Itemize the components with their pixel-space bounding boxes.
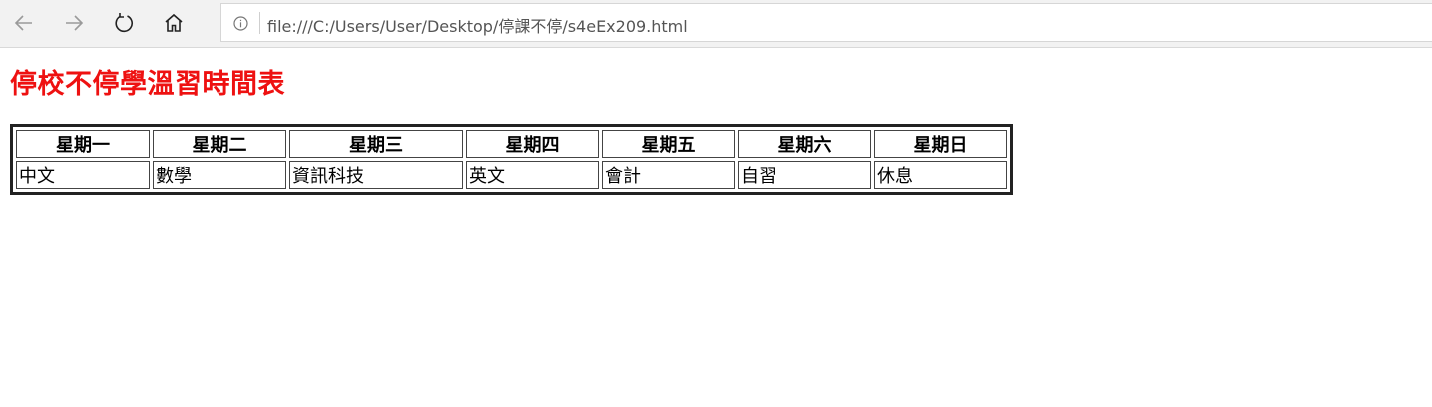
home-icon <box>163 12 185 34</box>
column-header: 星期三 <box>289 130 463 158</box>
reload-button[interactable] <box>106 6 142 40</box>
address-bar[interactable]: file:///C:/Users/User/Desktop/停課不停/s4eEx… <box>220 3 1432 42</box>
table-cell: 資訊科技 <box>289 161 463 189</box>
table-cell: 休息 <box>874 161 1007 189</box>
table-cell: 中文 <box>16 161 150 189</box>
back-button[interactable] <box>6 6 42 40</box>
table-header-row: 星期一 星期二 星期三 星期四 星期五 星期六 星期日 <box>16 130 1007 158</box>
page-title: 停校不停學溫習時間表 <box>10 69 285 100</box>
back-arrow-icon <box>13 12 35 34</box>
column-header: 星期一 <box>16 130 150 158</box>
table-cell: 會計 <box>602 161 735 189</box>
reload-icon <box>113 12 135 34</box>
forward-arrow-icon <box>63 12 85 34</box>
column-header: 星期日 <box>874 130 1007 158</box>
table-cell: 自習 <box>738 161 871 189</box>
table-cell: 英文 <box>466 161 599 189</box>
timetable: 星期一 星期二 星期三 星期四 星期五 星期六 星期日 中文 數學 資訊科技 英… <box>10 124 1013 195</box>
forward-button[interactable] <box>56 6 92 40</box>
table-row: 中文 數學 資訊科技 英文 會計 自習 休息 <box>16 161 1007 189</box>
column-header: 星期四 <box>466 130 599 158</box>
table-cell: 數學 <box>153 161 286 189</box>
address-separator <box>259 12 260 34</box>
column-header: 星期二 <box>153 130 286 158</box>
home-button[interactable] <box>156 6 192 40</box>
info-icon[interactable] <box>233 16 248 35</box>
column-header: 星期五 <box>602 130 735 158</box>
address-url[interactable]: file:///C:/Users/User/Desktop/停課不停/s4eEx… <box>267 13 688 37</box>
column-header: 星期六 <box>738 130 871 158</box>
browser-toolbar: file:///C:/Users/User/Desktop/停課不停/s4eEx… <box>0 0 1432 48</box>
